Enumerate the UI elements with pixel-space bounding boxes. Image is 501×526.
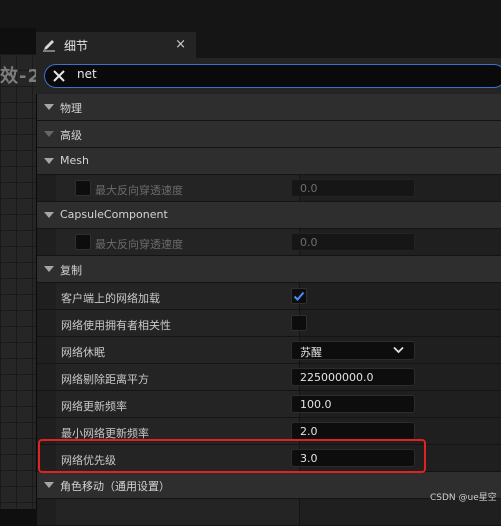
pencil-icon — [43, 40, 55, 52]
field-value: 100.0 — [300, 398, 332, 411]
property-label: 网络剔除距离平方 — [61, 373, 149, 386]
max-penetration-field[interactable]: 0.0 — [291, 233, 415, 251]
section-label: 物理 — [60, 102, 82, 115]
dropdown-value: 苏醒 — [300, 346, 322, 359]
field-value: 0.0 — [300, 236, 318, 249]
top-strip — [0, 0, 501, 28]
watermark: CSDN @ue星空 — [430, 493, 497, 503]
collapse-arrow-icon — [44, 266, 54, 272]
section-label: 复制 — [60, 264, 82, 277]
property-label: 网络更新频率 — [61, 400, 127, 413]
close-icon[interactable]: × — [175, 37, 186, 52]
property-row: 网络使用拥有者相关性 — [37, 310, 501, 337]
clear-search-icon[interactable] — [51, 68, 67, 84]
chevron-down-icon — [393, 346, 404, 354]
viewport-text: 效-2 — [0, 66, 41, 87]
net-use-owner-relevancy-checkbox[interactable] — [291, 315, 307, 331]
property-row: 网络更新频率 100.0 — [37, 391, 501, 418]
net-cull-distance-field[interactable]: 225000000.0 — [291, 368, 415, 386]
section-advanced[interactable]: 高级 — [37, 121, 501, 148]
checkmark-icon — [293, 291, 305, 301]
section-physics[interactable]: 物理 — [37, 94, 501, 121]
section-mesh[interactable]: Mesh — [37, 148, 501, 175]
field-value: 0.0 — [300, 182, 318, 195]
override-checkbox[interactable] — [75, 234, 91, 250]
section-label: CapsuleComponent — [60, 208, 168, 221]
property-row: 网络休眠 苏醒 — [37, 337, 501, 364]
search-bar: net — [36, 58, 501, 94]
property-label: 最大反向穿透速度 — [95, 184, 183, 197]
field-value: 225000000.0 — [300, 371, 374, 384]
collapse-arrow-icon — [44, 131, 54, 137]
section-label: 角色移动（通用设置） — [60, 480, 170, 493]
collapse-arrow-icon — [44, 104, 54, 110]
max-penetration-field[interactable]: 0.0 — [291, 179, 415, 197]
tab-details[interactable]: 细节 × — [36, 32, 196, 58]
override-checkbox[interactable] — [75, 180, 91, 196]
details-tab-bar: 细节 × — [36, 28, 501, 58]
collapse-arrow-icon — [44, 212, 54, 218]
search-value: net — [77, 67, 97, 81]
viewport-background: 效-2 — [0, 54, 40, 509]
collapse-arrow-icon — [44, 482, 54, 488]
highlight-box — [38, 439, 426, 473]
collapse-arrow-icon — [44, 158, 54, 164]
section-capsule-component[interactable]: CapsuleComponent — [37, 202, 501, 229]
net-update-frequency-field[interactable]: 100.0 — [291, 395, 415, 413]
net-load-on-client-checkbox[interactable] — [291, 288, 307, 304]
property-row: 最大反向穿透速度 0.0 — [37, 175, 501, 202]
section-label: Mesh — [60, 154, 89, 167]
tab-title: 细节 — [64, 38, 89, 53]
property-label: 客户端上的网络加载 — [61, 292, 160, 305]
search-input[interactable]: net — [44, 64, 501, 88]
field-value: 2.0 — [300, 425, 318, 438]
property-label: 最大反向穿透速度 — [95, 238, 183, 251]
section-replication[interactable]: 复制 — [37, 256, 501, 283]
property-row — [37, 499, 501, 526]
min-net-update-frequency-field[interactable]: 2.0 — [291, 422, 415, 440]
property-label: 网络使用拥有者相关性 — [61, 319, 171, 332]
property-row: 客户端上的网络加载 — [37, 283, 501, 310]
section-label: 高级 — [60, 129, 82, 142]
property-label: 网络休眠 — [61, 346, 105, 359]
net-dormancy-dropdown[interactable]: 苏醒 — [291, 341, 415, 360]
property-row: 网络剔除距离平方 225000000.0 — [37, 364, 501, 391]
property-row: 最大反向穿透速度 0.0 — [37, 229, 501, 256]
